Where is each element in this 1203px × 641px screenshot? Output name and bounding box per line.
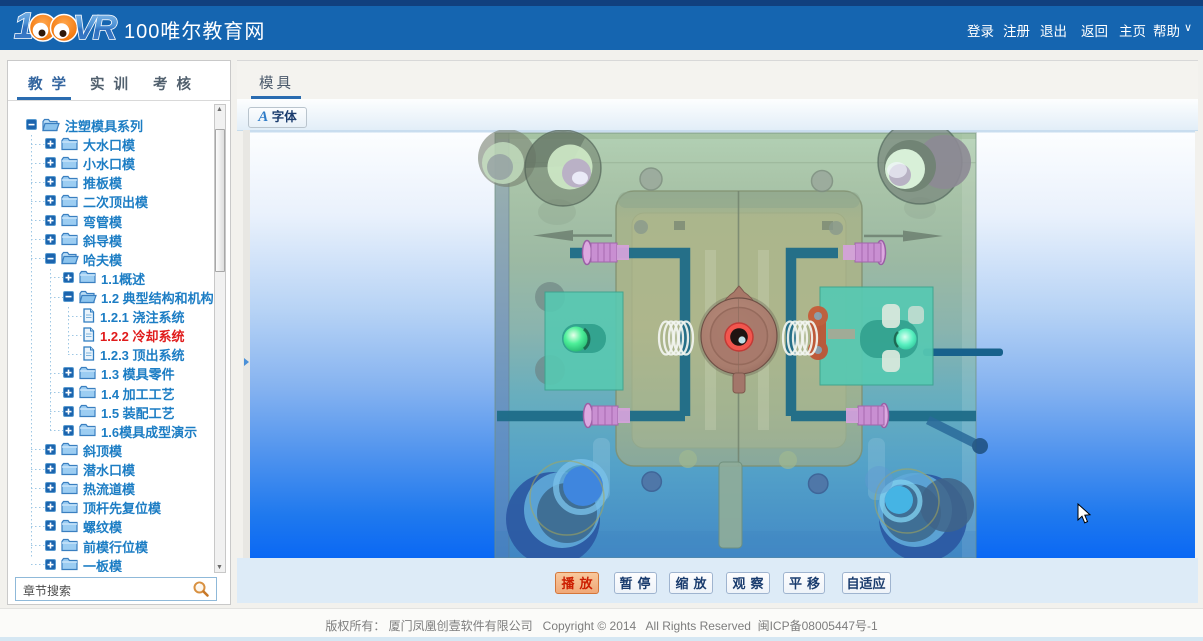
svg-text:VR: VR bbox=[73, 9, 118, 47]
